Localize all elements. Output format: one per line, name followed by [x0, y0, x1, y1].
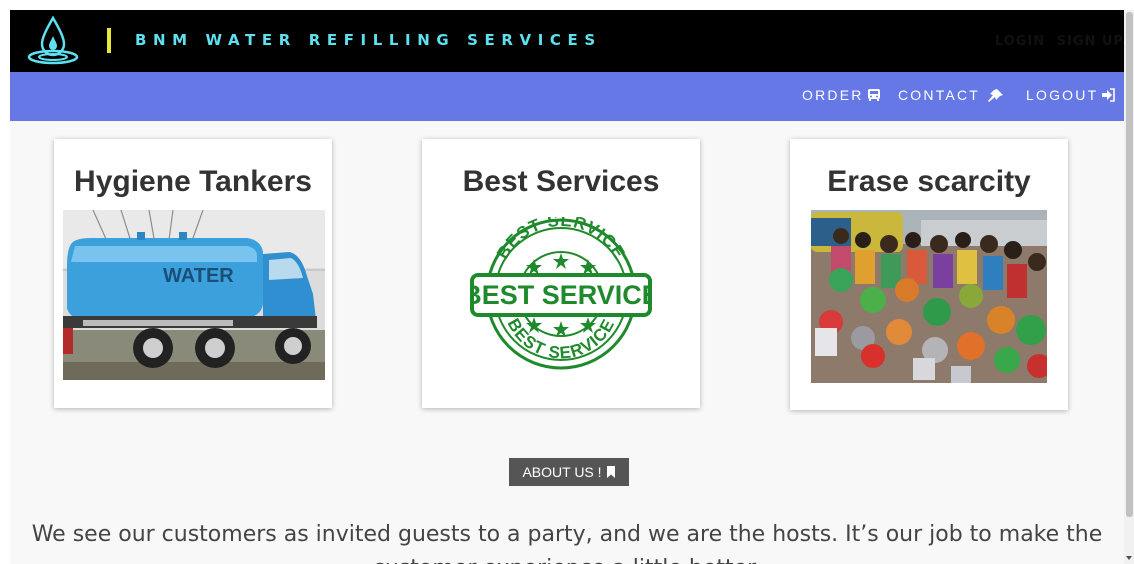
card-best-services: Best Services BEST SERVICE BEST SERVICE … [422, 139, 700, 408]
about-tagline: We see our customers as invited guests t… [31, 522, 1103, 564]
brand-divider [107, 28, 111, 53]
about-us-label: ABOUT US ! [522, 464, 602, 480]
pin-icon [988, 89, 1004, 102]
nav-logout-label: LOGOUT [1026, 87, 1099, 103]
page-frame: BNM WATER REFILLING SERVICES LOGIN SIGN … [10, 10, 1124, 564]
sign-in-icon [1102, 88, 1116, 102]
best-service-stamp-image: BEST SERVICE BEST SERVICE BEST SERVICE [470, 217, 652, 370]
nav-order[interactable]: ORDER [802, 87, 881, 103]
signup-link[interactable]: SIGN UP [1057, 34, 1124, 49]
water-drop-logo-icon[interactable] [26, 16, 80, 66]
about-us-button[interactable]: ABOUT US ! [509, 458, 629, 486]
nav-contact[interactable]: CONTACT [898, 87, 1005, 103]
card-title: Hygiene Tankers [74, 165, 312, 198]
card-erase-scarcity: Erase scarcity [790, 139, 1068, 410]
water-tanker-image: WATER [63, 210, 325, 380]
bus-icon [867, 89, 880, 101]
nav-logout[interactable]: LOGOUT [1026, 87, 1116, 103]
scroll-down-arrow-icon[interactable] [1126, 556, 1132, 560]
nav-order-label: ORDER [802, 87, 864, 103]
water-crowd-image [811, 210, 1047, 383]
card-title: Best Services [462, 165, 660, 198]
top-header: BNM WATER REFILLING SERVICES LOGIN SIGN … [10, 10, 1124, 72]
nav-contact-label: CONTACT [898, 87, 981, 103]
bookmark-icon [606, 466, 615, 478]
card-title: Erase scarcity [827, 165, 1031, 198]
top-auth-links: LOGIN SIGN UP [989, 34, 1124, 49]
brand-title[interactable]: BNM WATER REFILLING SERVICES [135, 31, 602, 49]
login-link[interactable]: LOGIN [995, 34, 1045, 49]
nav-bar: ORDER CONTACT LOGOUT [10, 72, 1124, 121]
stamp-banner-text: BEST SERVICE [470, 280, 652, 310]
scrollbar-thumb[interactable] [1126, 12, 1133, 517]
truck-water-label: WATER [163, 265, 234, 287]
card-hygiene-tankers: Hygiene Tankers WATER [54, 139, 332, 408]
